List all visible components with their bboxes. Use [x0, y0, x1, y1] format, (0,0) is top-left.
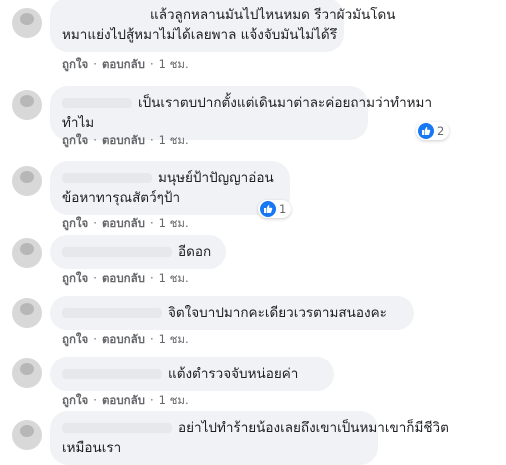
- comment-text: มนุษย์ป้าปัญญาอ่อน: [158, 170, 274, 186]
- author-name-redacted[interactable]: [62, 98, 132, 108]
- avatar[interactable]: [12, 358, 42, 388]
- like-link[interactable]: ถูกใจ: [62, 215, 88, 233]
- separator: ·: [149, 133, 154, 147]
- comment-actions: ถูกใจ · ตอบกลับ · 1 ชม.: [62, 56, 189, 74]
- like-link[interactable]: ถูกใจ: [62, 132, 88, 150]
- comment-timestamp[interactable]: 1 ชม.: [159, 56, 189, 74]
- comment-timestamp[interactable]: 1 ชม.: [159, 132, 189, 150]
- comment-text: อย่าไปทำร้ายน้องเลยถึงเขาเป็นหมาเขาก็มีช…: [178, 420, 449, 436]
- avatar[interactable]: [12, 90, 42, 120]
- comment-text-line: อีดอก: [62, 242, 214, 262]
- reply-link[interactable]: ตอบกลับ: [102, 270, 145, 288]
- comment-text: เป็นเราตบปากตั้งแต่เดินมาต่าละค่อยถามว่า…: [138, 95, 433, 111]
- comment-actions: ถูกใจ · ตอบกลับ · 1 ชม.: [62, 215, 189, 233]
- avatar[interactable]: [12, 238, 42, 268]
- comment-text-line: ทำไม: [62, 115, 95, 131]
- comment-bubble: อีดอก: [50, 235, 226, 269]
- like-link[interactable]: ถูกใจ: [62, 270, 88, 288]
- reaction-count[interactable]: 1: [258, 200, 292, 218]
- author-name-redacted[interactable]: [62, 247, 172, 257]
- comment-text-line: เหมือนเรา: [62, 440, 122, 456]
- comment-text-line: จิตใจบาปมากคะเดียวเวรตามสนองคะ: [62, 303, 402, 323]
- comment-actions: ถูกใจ · ตอบกลับ · 1 ชม.: [62, 270, 189, 288]
- reaction-number: 2: [437, 124, 445, 138]
- separator: ·: [93, 332, 97, 346]
- comment-bubble: แล้วลูกหลานมันไปไหนหมด รีวาผัวมันโดน หมา…: [50, 0, 396, 52]
- comment-text-line: แล้วลูกหลานมันไปไหนหมด รีวาผัวมันโดน: [150, 7, 396, 23]
- comment-bubble: แต้งตำรวจจับหน่อยค่า: [50, 357, 334, 391]
- comment-timestamp[interactable]: 1 ชม.: [159, 270, 189, 288]
- comment-bubble: จิตใจบาปมากคะเดียวเวรตามสนองคะ: [50, 296, 414, 330]
- separator: ·: [149, 393, 154, 407]
- author-name-redacted[interactable]: [62, 173, 152, 183]
- comment-text-line: แต้งตำรวจจับหน่อยค่า: [62, 364, 322, 384]
- reply-link[interactable]: ตอบกลับ: [102, 132, 145, 150]
- separator: ·: [149, 271, 154, 285]
- avatar[interactable]: [12, 298, 42, 328]
- separator: ·: [93, 57, 97, 71]
- reaction-count[interactable]: 2: [416, 122, 450, 140]
- thumbs-up-icon: [418, 123, 434, 139]
- separator: ·: [93, 271, 97, 285]
- separator: ·: [149, 57, 154, 71]
- separator: ·: [149, 216, 154, 230]
- reply-link[interactable]: ตอบกลับ: [102, 392, 145, 410]
- thumbs-up-icon: [260, 201, 276, 217]
- comment-timestamp[interactable]: 1 ชม.: [159, 215, 189, 233]
- like-link[interactable]: ถูกใจ: [62, 56, 88, 74]
- author-name-redacted[interactable]: [62, 369, 162, 379]
- comment-bubble: อย่าไปทำร้ายน้องเลยถึงเขาเป็นหมาเขาก็มีช…: [50, 411, 449, 465]
- comment-timestamp[interactable]: 1 ชม.: [159, 392, 189, 410]
- reply-link[interactable]: ตอบกลับ: [102, 215, 145, 233]
- comment-text-line: หมาแย่งไปสู้หมาไม่ได้เลยพาล แจ้งจับมันไม…: [62, 27, 337, 43]
- author-name-redacted[interactable]: [62, 308, 162, 318]
- reply-link[interactable]: ตอบกลับ: [102, 56, 145, 74]
- comment-text: จิตใจบาปมากคะเดียวเวรตามสนองคะ: [168, 305, 387, 321]
- author-name-redacted[interactable]: [62, 423, 172, 433]
- comment-text: อีดอก: [178, 244, 212, 260]
- avatar[interactable]: [12, 8, 42, 38]
- comment-text: แต้งตำรวจจับหน่อยค่า: [168, 366, 299, 382]
- comment-actions: ถูกใจ · ตอบกลับ · 1 ชม.: [62, 392, 189, 410]
- like-link[interactable]: ถูกใจ: [62, 392, 88, 410]
- separator: ·: [93, 133, 97, 147]
- reply-link[interactable]: ตอบกลับ: [102, 331, 145, 349]
- reaction-number: 1: [279, 202, 287, 216]
- comment-actions: ถูกใจ · ตอบกลับ · 1 ชม.: [62, 331, 189, 349]
- comment-bubble: มนุษย์ป้าปัญญาอ่อน ข้อหาทารุณสัตว์ๆป้า: [50, 161, 290, 215]
- comment-text-line: อย่าไปทำร้ายน้องเลยถึงเขาเป็นหมาเขาก็มีช…: [62, 418, 449, 438]
- comment-actions: ถูกใจ · ตอบกลับ · 1 ชม.: [62, 132, 189, 150]
- comment-text-line: มนุษย์ป้าปัญญาอ่อน: [62, 168, 278, 188]
- comment-text-line: เป็นเราตบปากตั้งแต่เดินมาต่าละค่อยถามว่า…: [62, 93, 432, 113]
- comment-timestamp[interactable]: 1 ชม.: [159, 331, 189, 349]
- like-link[interactable]: ถูกใจ: [62, 331, 88, 349]
- separator: ·: [93, 216, 97, 230]
- separator: ·: [93, 393, 97, 407]
- avatar[interactable]: [12, 166, 42, 196]
- separator: ·: [149, 332, 154, 346]
- comment-text-line: ข้อหาทารุณสัตว์ๆป้า: [62, 190, 181, 206]
- avatar[interactable]: [12, 420, 42, 450]
